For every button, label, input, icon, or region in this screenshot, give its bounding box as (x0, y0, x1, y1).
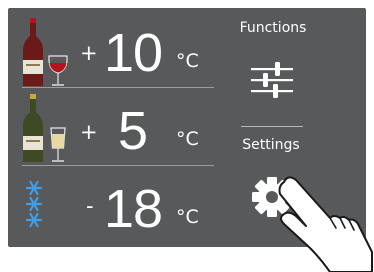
temperature-sign: + (80, 41, 98, 65)
zone-white-wine[interactable]: + 5 °C (8, 90, 213, 168)
temperature-unit: °C (176, 128, 199, 150)
red-wine-bottle-glass-icon (23, 18, 68, 86)
white-wine-bottle-glass-icon (23, 94, 66, 162)
functions-button[interactable] (249, 58, 295, 102)
temperature-sign: + (80, 120, 98, 144)
settings-label: Settings (242, 137, 300, 153)
temperature-unit: °C (176, 50, 199, 72)
temperature-value: 18 (104, 179, 163, 239)
snowflake-icon (25, 180, 43, 228)
pointing-hand-icon (278, 176, 373, 272)
sidebar-divider (241, 126, 303, 127)
zone-red-wine[interactable]: + 10 °C (8, 14, 213, 92)
zone-divider (22, 165, 214, 166)
sliders-icon (251, 62, 293, 98)
zone-divider (22, 87, 214, 88)
temperature-value: 10 (104, 23, 163, 83)
temperature-sign: - (86, 194, 94, 218)
temperature-value: 5 (118, 101, 148, 161)
temperature-unit: °C (176, 206, 199, 228)
functions-label: Functions (239, 20, 307, 36)
zone-freezer[interactable]: - 18 °C (8, 168, 213, 246)
